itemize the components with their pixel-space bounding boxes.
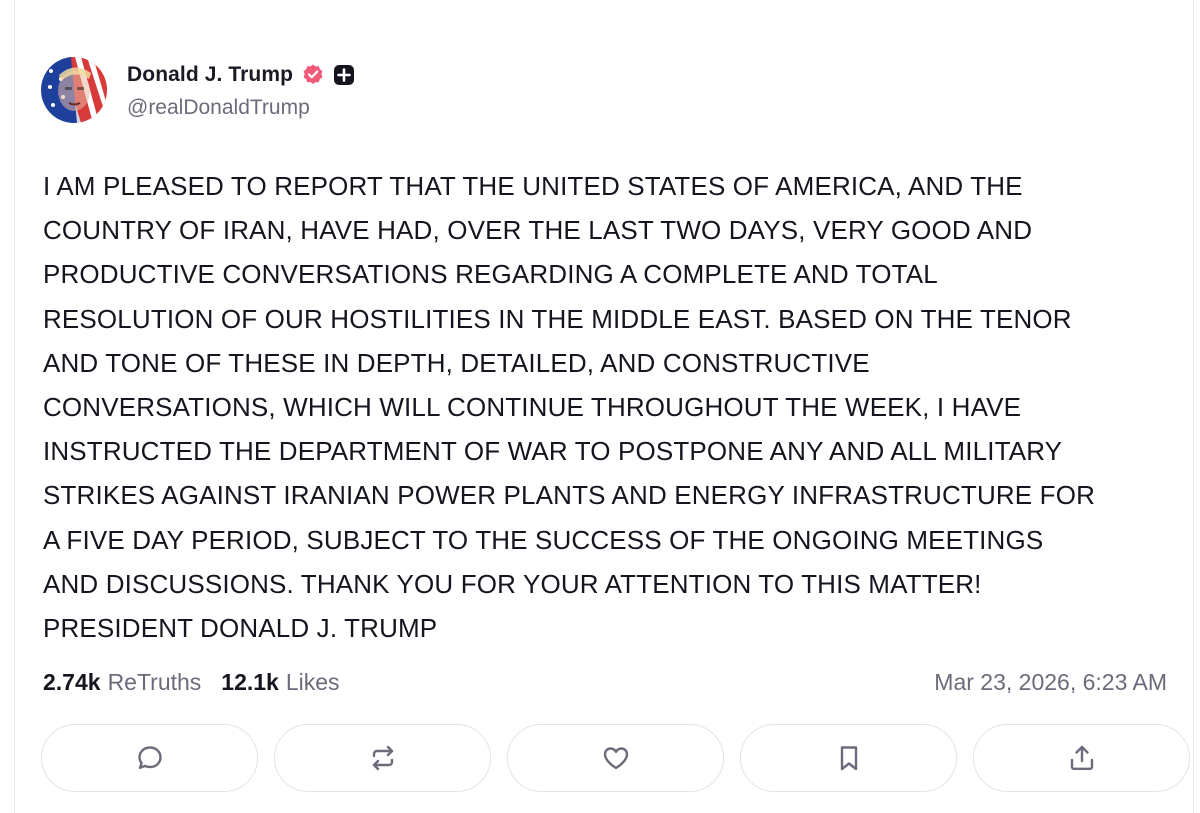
likes-count: 12.1k — [221, 668, 279, 695]
action-bar — [41, 724, 1190, 792]
retruths-count: 2.74k — [43, 668, 101, 695]
post-text-line: A FIVE DAY PERIOD, SUBJECT TO THE SUCCES… — [43, 524, 1044, 555]
author-handle[interactable]: @realDonaldTrump — [127, 96, 310, 120]
author-display-name[interactable]: Donald J. Trump — [127, 63, 293, 87]
like-button[interactable] — [507, 724, 724, 792]
author-avatar[interactable] — [41, 57, 107, 123]
comment-button[interactable] — [41, 724, 258, 792]
post-text: I AM PLEASED TO REPORT THAT THE UNITED S… — [43, 164, 1178, 650]
post-text-line: PRODUCTIVE CONVERSATIONS REGARDING A COM… — [43, 259, 938, 290]
post-text-line: AND TONE OF THESE IN DEPTH, DETAILED, AN… — [43, 347, 870, 378]
post-text-line: STRIKES AGAINST IRANIAN POWER PLANTS AND… — [43, 480, 1095, 511]
post-text-line: CONVERSATIONS, WHICH WILL CONTINUE THROU… — [43, 392, 1022, 423]
post-text-line: RESOLUTION OF OUR HOSTILITIES IN THE MID… — [43, 303, 1072, 334]
post-text-line: PRESIDENT DONALD J. TRUMP — [43, 613, 438, 644]
likes-label: Likes — [285, 668, 340, 695]
post-timestamp[interactable]: Mar 23, 2026, 6:23 AM — [934, 666, 1167, 698]
post-text-line: COUNTRY OF IRAN, HAVE HAD, OVER THE LAST… — [43, 215, 1033, 246]
post-card: Donald J. Trump @realDonaldTrump I AM PL… — [14, 0, 1194, 813]
bookmark-button[interactable] — [740, 724, 957, 792]
share-button[interactable] — [973, 724, 1190, 792]
like-icon — [603, 747, 628, 770]
post-text-line: AND DISCUSSIONS. THANK YOU FOR YOUR ATTE… — [43, 568, 982, 599]
post-text-line: INSTRUCTED THE DEPARTMENT OF WAR TO POST… — [43, 436, 1063, 467]
retruth-icon — [372, 745, 393, 771]
verified-badge-icon — [301, 63, 325, 87]
retruth-button[interactable] — [274, 724, 491, 792]
retruths-label: ReTruths — [107, 668, 202, 695]
avatar-image — [41, 57, 107, 123]
likes-stat[interactable]: 12.1k Likes — [221, 669, 339, 696]
post-stats: 2.74k ReTruths 12.1k Likes — [43, 666, 360, 698]
bookmark-icon — [840, 746, 857, 771]
plus-badge-icon — [333, 64, 355, 86]
author-name-row: Donald J. Trump — [127, 60, 355, 90]
retruths-stat[interactable]: 2.74k ReTruths — [43, 669, 201, 696]
post-text-line: I AM PLEASED TO REPORT THAT THE UNITED S… — [43, 171, 1023, 201]
comment-icon — [137, 746, 162, 769]
share-icon — [1070, 745, 1093, 770]
